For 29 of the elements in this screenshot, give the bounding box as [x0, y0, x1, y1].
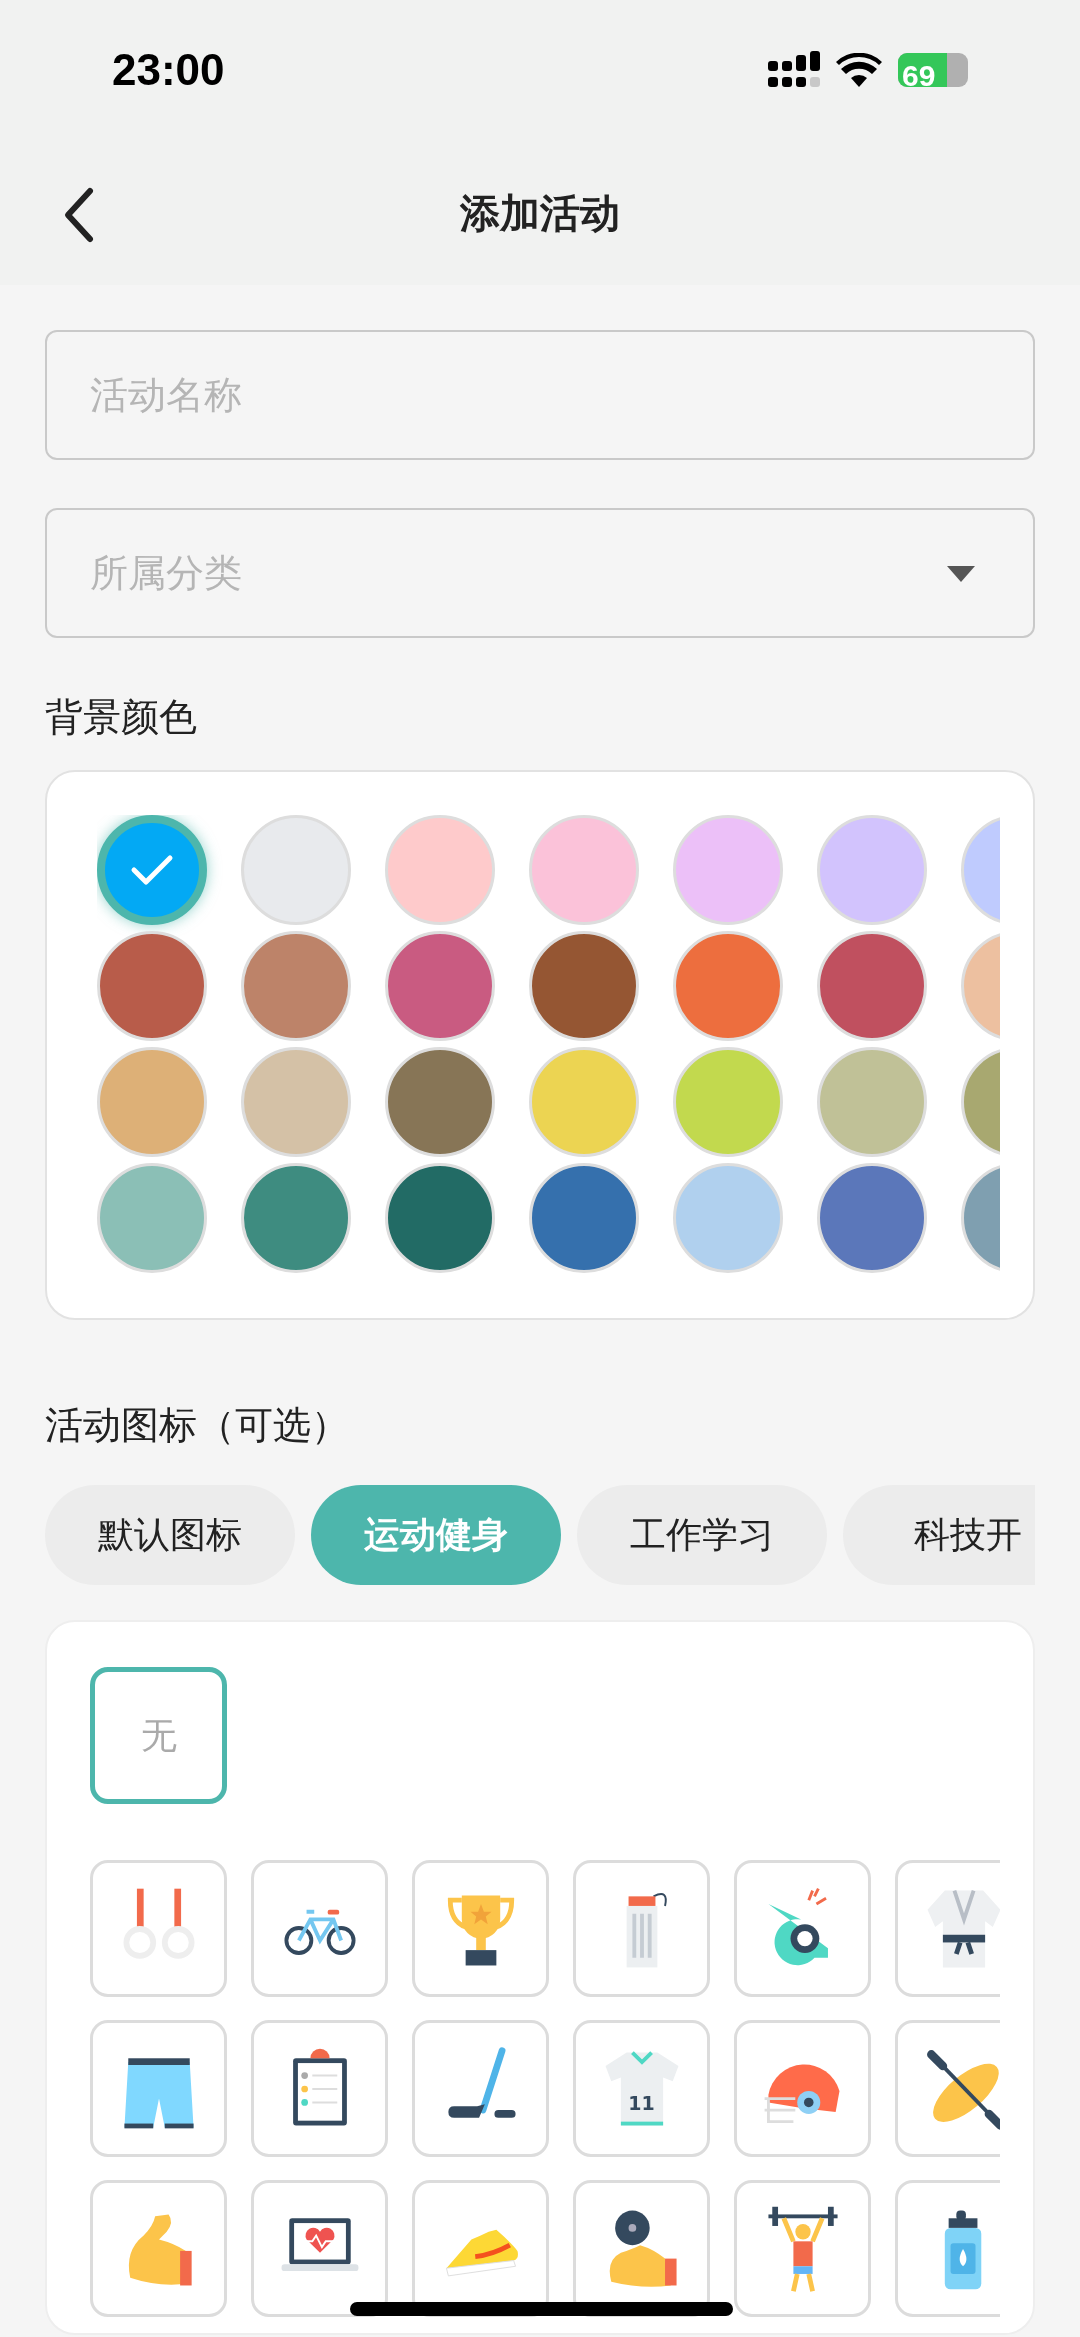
icon-option[interactable]	[412, 2180, 549, 2317]
icon-option[interactable]	[734, 1860, 871, 1997]
icon-option[interactable]	[251, 2020, 388, 2157]
icon-option[interactable]	[895, 1860, 1000, 1997]
icon-option[interactable]	[251, 1860, 388, 1997]
page-title: 添加活动	[460, 188, 620, 238]
icon-option[interactable]	[251, 2180, 388, 2317]
jersey-number: 11	[627, 2092, 656, 2113]
icon-option[interactable]	[895, 2020, 1000, 2157]
check-icon	[130, 854, 174, 886]
icon-option[interactable]: 11	[573, 2020, 710, 2157]
category-tab[interactable]: 工作学习	[577, 1485, 827, 1585]
section-label: 背景颜色	[45, 694, 198, 741]
category-select[interactable]: 所属分类	[45, 508, 1035, 638]
status-time: 23:00	[112, 44, 225, 96]
battery-icon: 69	[898, 53, 968, 87]
signal-icon	[768, 51, 820, 89]
activity-name-field[interactable]: 活动名称	[45, 330, 1035, 460]
icon-option[interactable]	[412, 1860, 549, 1997]
icon-option[interactable]	[573, 2180, 710, 2317]
color-swatch[interactable]	[97, 815, 207, 925]
caret-icon	[947, 566, 975, 582]
section-label: 活动图标（可选）	[45, 1402, 350, 1449]
icon-option[interactable]	[895, 2180, 1000, 2317]
icon-option[interactable]	[90, 2020, 227, 2157]
category-tab[interactable]: 默认图标	[45, 1485, 295, 1585]
icon-option[interactable]	[412, 2020, 549, 2157]
category-tab[interactable]: 科技开	[843, 1485, 1035, 1585]
wifi-icon	[836, 53, 882, 87]
